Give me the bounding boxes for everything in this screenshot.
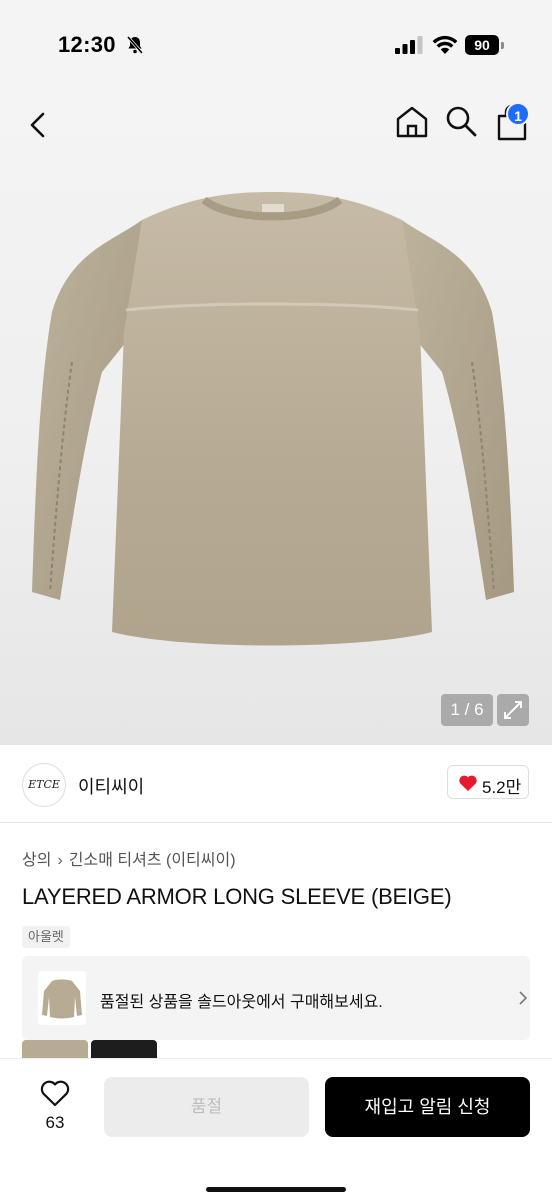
color-option-beige[interactable] bbox=[22, 1040, 88, 1060]
brand-row[interactable]: ETCE 이티씨이 5.2만 bbox=[0, 745, 552, 823]
bottom-action-bar: 63 품절 재입고 알림 신청 bbox=[0, 1058, 552, 1200]
soldout-button[interactable]: 품절 bbox=[104, 1077, 309, 1137]
breadcrumb-category[interactable]: 상의 bbox=[22, 852, 51, 869]
product-gallery[interactable]: 1 1 / 6 bbox=[0, 90, 552, 745]
heart-filled-icon bbox=[459, 775, 477, 791]
soldout-banner-text: 품절된 상품을 솔드아웃에서 구매해보세요. bbox=[100, 994, 383, 1011]
brand-like-count: 5.2만 bbox=[482, 778, 522, 797]
cart-count-badge: 1 bbox=[506, 102, 530, 126]
product-title: LAYERED ARMOR LONG SLEEVE (BEIGE) bbox=[22, 884, 452, 909]
brand-logo[interactable]: ETCE bbox=[22, 763, 66, 807]
wishlist-count: 63 bbox=[45, 1113, 65, 1132]
outlet-tag: 아울렛 bbox=[22, 926, 70, 948]
bell-muted-icon bbox=[126, 36, 144, 54]
brand-like-button[interactable]: 5.2만 bbox=[447, 765, 529, 799]
banner-thumbnail bbox=[38, 971, 86, 1025]
expand-icon[interactable] bbox=[497, 694, 529, 726]
breadcrumb-separator-icon: › bbox=[57, 852, 63, 869]
home-icon[interactable] bbox=[394, 104, 430, 140]
status-time: 12:30 bbox=[58, 32, 116, 57]
soldout-banner[interactable]: 품절된 상품을 솔드아웃에서 구매해보세요. bbox=[22, 956, 530, 1040]
image-counter: 1 / 6 bbox=[441, 694, 493, 726]
battery-indicator: 90 bbox=[465, 35, 505, 55]
home-indicator bbox=[206, 1187, 346, 1192]
color-option-black[interactable] bbox=[91, 1040, 157, 1060]
restock-alert-button[interactable]: 재입고 알림 신청 bbox=[325, 1077, 530, 1137]
brand-name[interactable]: 이티씨이 bbox=[78, 773, 144, 799]
signal-icon bbox=[395, 36, 423, 54]
battery-cap bbox=[501, 42, 504, 49]
status-bar: 12:30 90 bbox=[0, 0, 552, 90]
heart-outline-icon bbox=[40, 1080, 70, 1107]
wifi-icon bbox=[432, 35, 458, 54]
chevron-right-icon bbox=[519, 991, 528, 1005]
battery-level: 90 bbox=[465, 35, 499, 55]
search-icon[interactable] bbox=[444, 104, 478, 138]
wishlist-button[interactable]: 63 bbox=[30, 1079, 80, 1139]
breadcrumb: 상의 › 긴소매 티셔츠 (이티씨이) bbox=[22, 846, 236, 870]
product-image-longsleeve bbox=[32, 192, 514, 646]
back-chevron-icon[interactable] bbox=[22, 108, 56, 142]
breadcrumb-subcategory[interactable]: 긴소매 티셔츠 (이티씨이) bbox=[69, 852, 236, 869]
